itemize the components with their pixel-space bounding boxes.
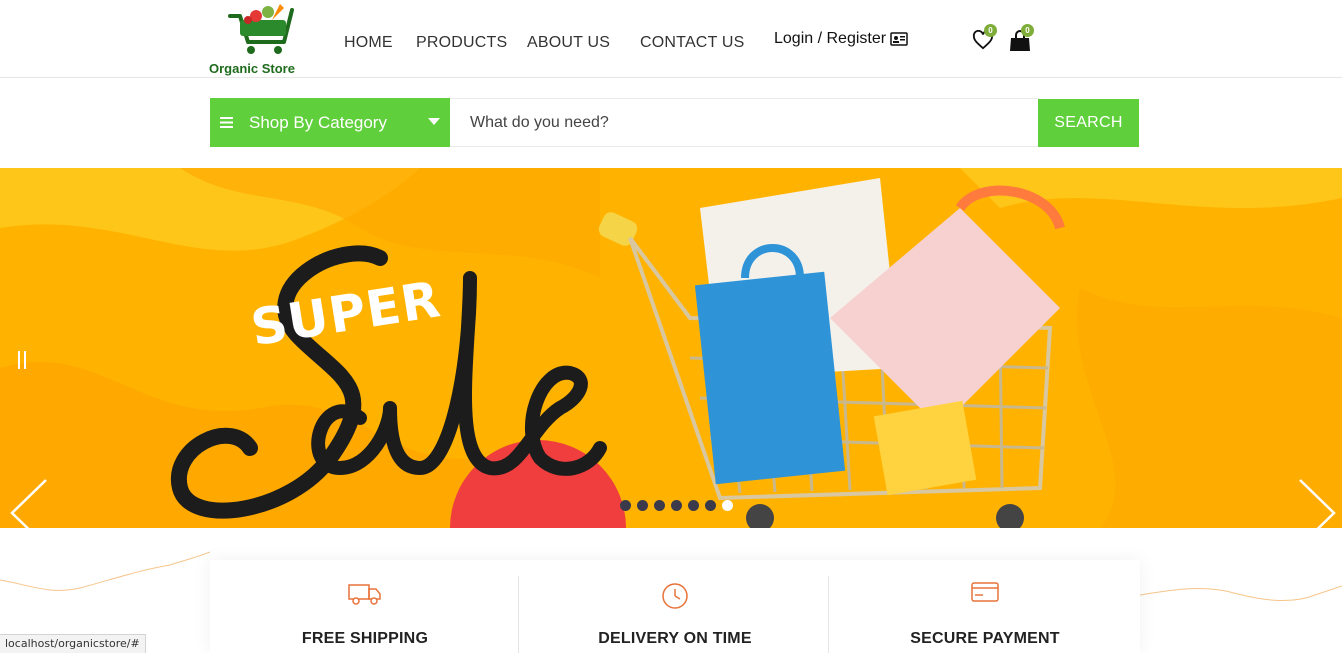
login-register-link[interactable]: Login / Register	[774, 30, 908, 48]
chevron-down-icon	[428, 118, 440, 125]
shop-by-category-label: Shop By Category	[249, 112, 387, 132]
decorative-wave-right	[1140, 585, 1342, 602]
feature-secure-payment: SECURE PAYMENT	[830, 560, 1140, 653]
status-bar-url: localhost/organicstore/#	[0, 634, 146, 653]
nav-about-us[interactable]: ABOUT US	[527, 34, 610, 52]
cart-logo-icon	[228, 4, 294, 54]
search-input[interactable]	[450, 98, 1039, 147]
slider-pagination	[620, 500, 733, 511]
slider-dot[interactable]	[688, 500, 699, 511]
slider-dot[interactable]	[620, 500, 631, 511]
hamburger-icon	[220, 117, 233, 128]
prev-slide-button[interactable]	[8, 478, 48, 528]
truck-icon	[348, 584, 381, 605]
login-register-label: Login / Register	[774, 30, 887, 47]
chevron-left-icon	[10, 479, 47, 528]
hero-slider: SUPER	[0, 168, 1342, 528]
divider	[518, 576, 519, 653]
feature-title: SECURE PAYMENT	[910, 630, 1060, 647]
wishlist-count-badge: 0	[984, 24, 997, 37]
nav-products[interactable]: PRODUCTS	[416, 34, 507, 52]
credit-card-icon	[971, 582, 999, 602]
nav-contact-us[interactable]: CONTACT US	[640, 34, 745, 52]
slider-dot-active[interactable]	[722, 500, 733, 511]
next-slide-button[interactable]	[1298, 478, 1338, 528]
feature-title: FREE SHIPPING	[301, 630, 429, 647]
divider	[828, 576, 829, 653]
brand-name: Organic Store	[209, 61, 295, 76]
id-card-icon	[890, 32, 908, 46]
cart-button[interactable]: 0	[1009, 24, 1035, 54]
decorative-wave-left	[0, 551, 210, 591]
logo[interactable]: Organic Store	[206, 2, 306, 76]
slider-dot[interactable]	[637, 500, 648, 511]
shop-by-category-button[interactable]: Shop By Category	[210, 98, 450, 147]
chevron-right-icon	[1299, 479, 1336, 528]
features-strip: FREE SHIPPING DELIVERY ON TIME SECURE PA…	[210, 560, 1140, 653]
slider-dot[interactable]	[705, 500, 716, 511]
wishlist-button[interactable]: 0	[972, 24, 998, 54]
cart-count-badge: 0	[1021, 24, 1034, 37]
hero-banner-image	[0, 168, 1342, 528]
feature-title: DELIVERY ON TIME	[598, 630, 752, 647]
pause-slider-button[interactable]	[18, 351, 28, 369]
clock-icon	[662, 583, 688, 609]
site-header: Organic Store HOME PRODUCTS ABOUT US CON…	[0, 0, 1342, 78]
feature-delivery-on-time: DELIVERY ON TIME	[520, 560, 830, 653]
slider-dot[interactable]	[654, 500, 665, 511]
feature-free-shipping: FREE SHIPPING	[210, 560, 520, 653]
slider-dot[interactable]	[671, 500, 682, 511]
search-button[interactable]: SEARCH	[1038, 99, 1139, 147]
nav-home[interactable]: HOME	[344, 34, 393, 52]
